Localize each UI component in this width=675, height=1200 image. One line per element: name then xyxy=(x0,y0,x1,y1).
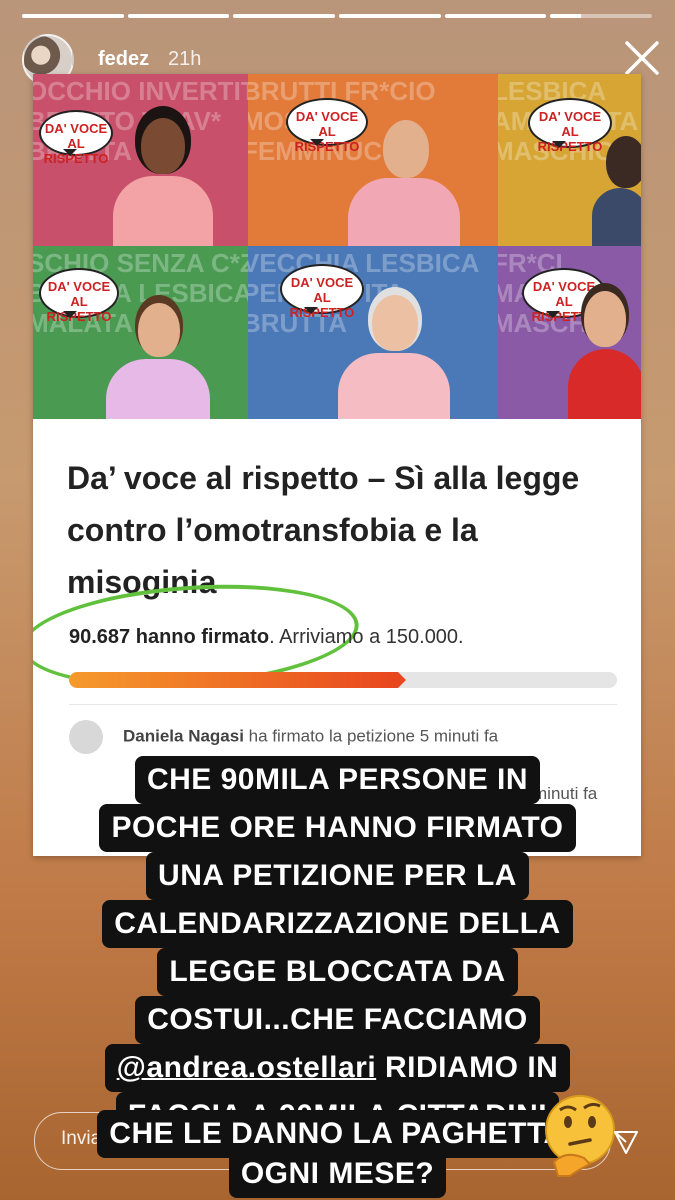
caption-line: CALENDARIZZAZIONE DELLA xyxy=(0,900,675,948)
banner-tile: VECCHIA LESBICAPERVERTITABRUTTA DA' VOCE… xyxy=(248,246,498,419)
person-figure xyxy=(564,291,641,419)
mention-link[interactable]: @andrea.ostellari xyxy=(117,1051,377,1084)
banner-tile: SCHIO SENZA C*ZZBRUTTA LESBICAMALATA DA'… xyxy=(33,246,248,419)
thinking-face-emoji xyxy=(545,1095,615,1177)
banner-tile: LESBICAAMMALATAMASCHIO DA' VOCE ALRISPET… xyxy=(498,74,641,246)
signature-progress-bar xyxy=(69,672,617,688)
signature-count-line: 90.687 hanno firmato. Arriviamo a 150.00… xyxy=(69,626,464,649)
caption-line: CHE 90MILA PERSONE IN xyxy=(0,756,675,804)
person-figure xyxy=(588,136,641,246)
caption-line: COSTUI...CHE FACCIAMO xyxy=(0,996,675,1044)
signature-count: 90.687 hanno firmato xyxy=(69,626,270,648)
petition-card: OCCHIO INVERTITIBRUTTO TRAV*BRUTTA DA' V… xyxy=(33,74,641,856)
post-time: 21h xyxy=(168,48,202,70)
signature-goal: . Arriviamo a 150.000. xyxy=(269,626,464,648)
caption-line: POCHE ORE HANNO FIRMATO xyxy=(0,804,675,852)
progress-segment-current xyxy=(550,14,653,18)
banner-tile: OCCHIO INVERTITIBRUTTO TRAV*BRUTTA DA' V… xyxy=(33,74,248,246)
caption-line: UNA PETIZIONE PER LA xyxy=(0,852,675,900)
progress-segment xyxy=(22,14,124,18)
activity-name: Daniela Nagasi xyxy=(123,726,244,746)
send-icon[interactable] xyxy=(612,1128,640,1156)
activity-avatar xyxy=(69,720,103,754)
banner-tile: FR*CIMALATOMASCH DA' VOCE ALRISPETTO xyxy=(498,246,641,419)
person-figure xyxy=(328,116,478,246)
petition-title[interactable]: Da’ voce al rispetto – Sì alla legge con… xyxy=(67,452,607,608)
person-figure xyxy=(318,291,468,419)
close-icon[interactable] xyxy=(622,38,662,78)
username[interactable]: fedez xyxy=(98,48,149,71)
progress-fill xyxy=(69,672,398,688)
progress-segment xyxy=(233,14,336,18)
person-figure xyxy=(88,301,228,419)
caption-line-mention: @andrea.ostellari RIDIAMO IN xyxy=(0,1044,675,1092)
activity-item: Daniela Nagasi ha firmato la petizione 5… xyxy=(69,720,498,754)
caption-line: LEGGE BLOCCATA DA xyxy=(0,948,675,996)
person-figure xyxy=(93,106,233,246)
progress-segment xyxy=(339,14,441,18)
progress-arrow xyxy=(397,672,406,688)
divider xyxy=(69,704,617,705)
banner-tile: BRUTTI FR*CIOMOSCIOFEMMINUCCIA DA' VOCE … xyxy=(248,74,498,246)
petition-banner: OCCHIO INVERTITIBRUTTO TRAV*BRUTTA DA' V… xyxy=(33,74,641,419)
activity-text: ha firmato la petizione 5 minuti fa xyxy=(243,726,499,746)
progress-segment xyxy=(444,14,547,18)
story-progress xyxy=(22,14,653,18)
progress-segment xyxy=(127,14,230,18)
